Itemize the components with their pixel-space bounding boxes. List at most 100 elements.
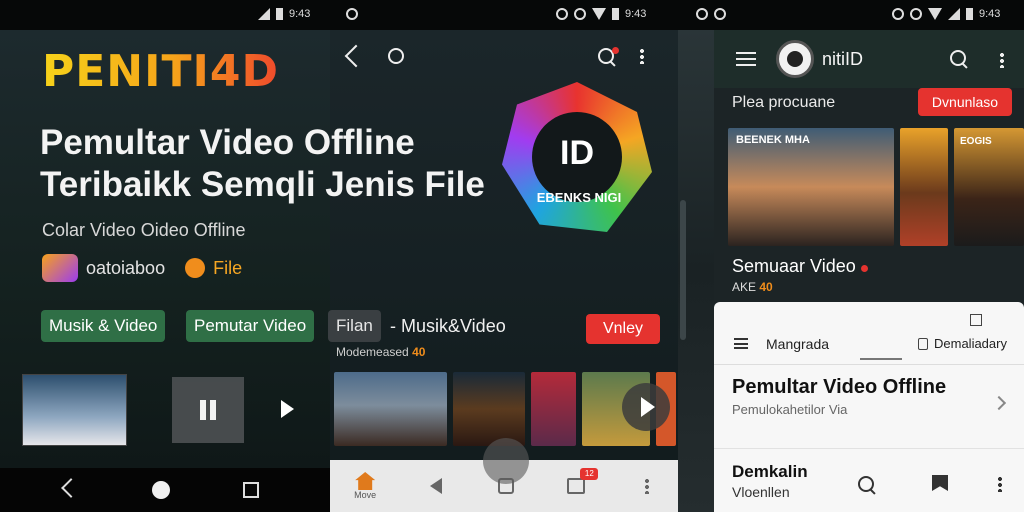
more-icon[interactable] [998, 476, 1002, 492]
tab-indicator [860, 358, 902, 360]
thumbnail[interactable] [334, 372, 447, 446]
small-note: Modemeased 40 [336, 345, 425, 359]
status-left: 9:43 [258, 8, 310, 20]
tab-mangrada[interactable]: Mangrada [766, 336, 829, 352]
avatar[interactable] [776, 40, 814, 78]
notification-dot [612, 47, 619, 54]
poster[interactable] [900, 128, 948, 246]
menu-icon[interactable] [736, 52, 756, 66]
recents-icon[interactable] [243, 482, 259, 498]
floating-button[interactable] [483, 438, 529, 484]
alarm-icon [910, 8, 922, 20]
tab-demaliadary[interactable]: Demaliadary [918, 336, 1007, 351]
divider-strip [678, 30, 714, 512]
divider [714, 448, 1024, 449]
status-middle: 9:43 [556, 8, 646, 20]
nav-messages[interactable]: 12 [556, 466, 599, 506]
alarm-icon [892, 8, 904, 20]
download-button[interactable]: Dvnunlaso [918, 88, 1012, 116]
app-row: oatoiaboo File [42, 254, 242, 282]
header-subtitle: Plea procuane [732, 94, 836, 111]
list-item-subtitle: Vloenllen [732, 484, 790, 500]
menu-icon[interactable] [734, 338, 748, 349]
status-time-middle: 9:43 [625, 8, 647, 20]
back-icon [429, 478, 442, 494]
thumbnail[interactable] [531, 372, 576, 446]
section-title: Semuaar Video [732, 256, 868, 277]
app-title: nitiID [822, 49, 864, 69]
section-meta-number: 40 [759, 280, 773, 294]
more-icon[interactable] [640, 48, 644, 64]
nav-more[interactable] [627, 466, 667, 506]
search-icon[interactable] [950, 50, 968, 68]
wifi-icon [592, 8, 606, 20]
chip-pemutar-video[interactable]: Pemutar Video [186, 310, 315, 342]
chip-filan[interactable]: Filan [328, 310, 381, 342]
play-icon[interactable] [281, 400, 294, 418]
more-icon[interactable] [1000, 52, 1004, 68]
app-logo-icon [42, 254, 78, 282]
wifi-icon [928, 8, 942, 20]
app-header: nitiID [714, 30, 1024, 88]
messages-badge: 12 [580, 468, 599, 480]
battery-icon [276, 8, 283, 20]
more-icon [644, 478, 649, 494]
video-thumbnail[interactable] [22, 374, 127, 446]
chat-icon [567, 478, 586, 494]
nav-home-label: Move [354, 490, 377, 500]
nav-home[interactable]: Move [345, 466, 385, 506]
status-right-left [696, 8, 726, 20]
headline: Pemultar Video Offline Teribaikk Semqli … [40, 122, 520, 206]
search-icon[interactable] [858, 476, 876, 494]
scrollbar[interactable] [680, 200, 686, 340]
list-item-title[interactable]: Pemultar Video Offline [732, 376, 946, 399]
nav-back[interactable] [416, 466, 456, 506]
chip-musik-video[interactable]: Musik & Video [41, 310, 166, 342]
alarm-icon [574, 8, 586, 20]
alarm-icon [696, 8, 708, 20]
featured-poster[interactable]: BEENEK MHA [728, 128, 894, 246]
poster-title: EOGIS [960, 136, 992, 147]
brand-logo: PENITI4D [42, 46, 280, 97]
status-bar: 9:43 9:43 9:43 [0, 0, 1024, 30]
center-toolbar [598, 48, 644, 66]
section-meta: AKE 40 [732, 280, 773, 294]
circle-icon[interactable] [388, 48, 404, 64]
small-note-number: 40 [412, 345, 426, 359]
thumbnail[interactable] [453, 372, 525, 446]
signal-icon [948, 8, 960, 20]
left-toolbar [344, 44, 404, 68]
app-name: oatoiaboo [86, 257, 166, 278]
bookmark-icon[interactable] [932, 475, 948, 491]
pause-button[interactable] [172, 377, 244, 443]
home-icon [355, 472, 376, 490]
right-panel: nitiID Plea procuane Dvnunlaso BEENEK MH… [714, 30, 1024, 512]
home-icon[interactable] [152, 481, 170, 499]
status-right: 9:43 [892, 8, 1000, 20]
subheadline: Colar Video Oideo Offline [42, 220, 246, 240]
content-card: Mangrada Demaliadary Pemultar Video Offl… [714, 302, 1024, 512]
badge-id-text: ID [560, 134, 594, 172]
musik-video-label: - Musik&Video [390, 316, 506, 336]
list-item-title[interactable]: Demkalin [732, 462, 808, 482]
status-time-right: 9:43 [979, 8, 1001, 20]
alarm-icon [346, 8, 358, 20]
screenshot-root: 9:43 9:43 9:43 PENITI4D Pemultar Video O… [0, 0, 1024, 512]
battery-icon [612, 8, 619, 20]
share-icon[interactable] [344, 44, 368, 68]
alarm-icon [714, 8, 726, 20]
small-note-text: Modemeased [336, 345, 409, 359]
section-meta-text: AKE [732, 280, 757, 294]
status-alarm [346, 8, 358, 20]
poster[interactable]: EOGIS [954, 128, 1024, 246]
list-item-subtitle: Pemulokahetilor Via [732, 402, 848, 417]
chevron-right-icon[interactable] [991, 395, 1007, 411]
vnley-button[interactable]: Vnley [586, 314, 660, 344]
section-title-text: Semuaar Video [732, 256, 856, 276]
play-circle-button[interactable] [622, 383, 670, 431]
divider [714, 364, 1024, 365]
alarm-icon [556, 8, 568, 20]
signal-icon [258, 8, 270, 20]
hand-icon [918, 337, 928, 350]
file-label: File [213, 257, 243, 278]
